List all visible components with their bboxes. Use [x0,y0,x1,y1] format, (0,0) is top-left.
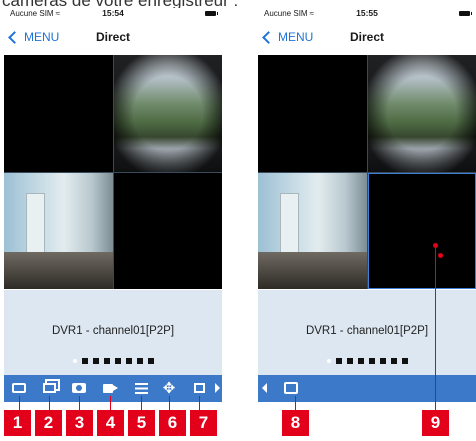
page-indicator[interactable] [4,358,222,364]
single-view-button[interactable] [10,379,28,397]
camera-tile-1[interactable] [4,55,113,172]
callout-badge-5: 5 [128,410,155,436]
more-button[interactable] [190,379,208,397]
page-dot [147,358,154,364]
callout-badge-4: 4 [97,410,124,436]
page-dot [335,358,342,364]
page-dot [114,358,121,364]
video-feed [113,55,222,172]
camera-tile-3[interactable] [258,172,367,289]
callout-tick [169,396,170,410]
page-dot [379,358,386,364]
page-indicator[interactable] [258,358,476,364]
page-dot [368,358,375,364]
status-bar: Aucune SIM ≈ 15:55 [258,8,476,20]
record-button[interactable] [101,379,119,397]
camera-tile-4-selected[interactable] [367,172,476,289]
scroll-left-icon[interactable] [262,383,267,393]
video-feed [367,55,476,172]
page-dot-active [326,359,331,363]
image-quality-icon [284,382,298,394]
callout-tick [19,396,20,410]
battery-icon [205,11,218,16]
video-feed [25,193,46,254]
callout-badge-8: 8 [282,410,309,436]
phone-screen-live-view: Aucune SIM ≈ 15:54 MENU Direct DVR1 - cha… [4,8,222,402]
video-feed-desk [4,251,113,289]
video-feed [279,193,300,254]
callout-dot-9 [433,243,438,248]
page-dot-active [72,359,77,363]
single-view-icon [12,383,26,393]
status-bar: Aucune SIM ≈ 15:54 [4,8,222,20]
callout-tick [141,396,142,410]
record-icon [103,383,118,393]
page-title: Direct [349,30,384,44]
page-dot [103,358,110,364]
status-time: 15:55 [356,8,378,18]
page-dot [346,358,353,364]
camera-tile-2[interactable] [113,55,222,172]
page-title: Direct [95,30,130,44]
callout-marker [437,252,443,258]
page-dot [136,358,143,364]
snapshot-icon [72,383,86,393]
camera-tile-4[interactable] [113,172,222,289]
callout-badge-3: 3 [66,410,93,436]
ptz-icon: ✥ [162,379,176,397]
camera-tile-2[interactable] [367,55,476,172]
callout-tick [79,396,80,410]
page-dot [401,358,408,364]
page-dot [92,358,99,364]
video-feed-desk [258,251,367,289]
list-icon [134,382,148,394]
battery-icon [459,11,472,16]
channel-info-bar: DVR1 - channel01[P2P] [4,290,222,375]
nav-bar: MENU Direct [4,22,222,52]
nav-bar: MENU Direct [258,22,476,52]
camera-tile-1[interactable] [258,55,367,172]
multi-view-button[interactable] [40,379,58,397]
channel-label: DVR1 - channel01[P2P] [51,325,175,337]
snapshot-button[interactable] [70,379,88,397]
callout-tick [110,396,111,410]
image-quality-button[interactable] [282,379,300,397]
camera-grid [258,55,476,289]
camera-grid [4,55,222,289]
callout-tick [199,396,200,410]
channel-info-bar: DVR1 - channel01[P2P] [258,290,476,375]
callout-row: 1 2 3 4 5 6 7 8 9 [0,396,476,438]
callout-line-9 [435,245,436,410]
callout-badge-1: 1 [4,410,31,436]
channel-label: DVR1 - channel01[P2P] [305,325,429,337]
page-dot [390,358,397,364]
multi-view-icon [42,383,56,393]
callout-tick [295,396,296,410]
page-dot [357,358,364,364]
callout-badge-6: 6 [159,410,186,436]
list-button[interactable] [132,379,150,397]
more-icon [193,383,205,393]
callout-badge-7: 7 [190,410,217,436]
page-dot [125,358,132,364]
ptz-button[interactable]: ✥ [160,379,178,397]
callout-badge-2: 2 [35,410,62,436]
camera-tile-3[interactable] [4,172,113,289]
status-time: 15:54 [102,8,124,18]
page-dot [81,358,88,364]
callout-badge-9: 9 [422,410,449,436]
callout-tick [49,396,50,410]
scroll-right-icon[interactable] [215,383,220,393]
phone-screen-live-view-selected: Aucune SIM ≈ 15:55 MENU Direct DVR1 - cha… [258,8,476,402]
